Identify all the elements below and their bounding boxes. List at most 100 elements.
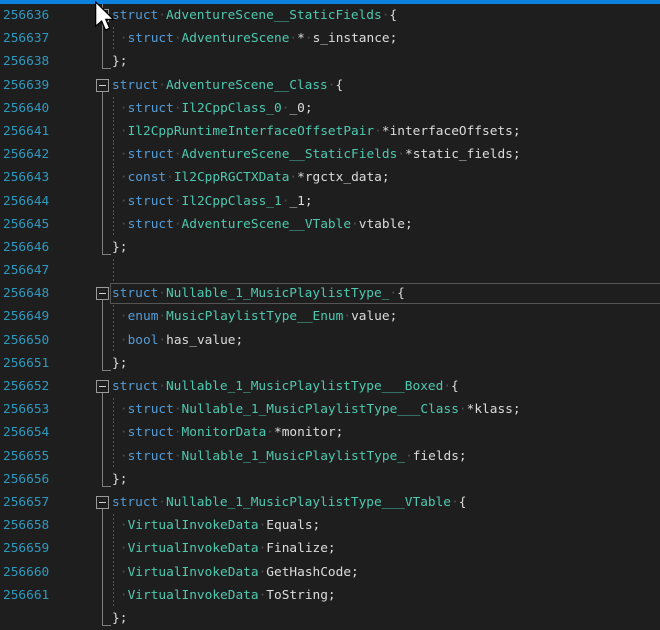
indent-whitespace-dot: · <box>112 445 128 468</box>
whitespace-dot: · <box>174 194 182 209</box>
folding-margin <box>94 352 111 375</box>
fold-minus-icon[interactable] <box>96 380 109 393</box>
code-line-content[interactable]: struct·Nullable_1_MusicPlaylistType___Bo… <box>112 375 660 398</box>
line-number[interactable]: 256647 <box>0 259 94 282</box>
outline-line <box>102 537 103 560</box>
code-line-content[interactable]: struct·AdventureScene__Class·{ <box>112 74 660 97</box>
code-line-content[interactable]: ·struct·AdventureScene__VTable·vtable; <box>112 213 660 236</box>
indent-guide <box>113 445 114 468</box>
code-line-content[interactable]: ·struct·AdventureScene·*·s_instance; <box>112 27 660 50</box>
code-line-content[interactable]: struct·AdventureScene__StaticFields·{ <box>112 4 660 27</box>
line-number[interactable]: 256645 <box>0 213 94 236</box>
token-plain: { <box>451 379 459 394</box>
line-number[interactable]: 256659 <box>0 537 94 560</box>
code-line: 256640 ·struct·Il2CppClass_0·_0; <box>0 97 660 120</box>
code-line-content[interactable]: struct·Nullable_1_MusicPlaylistType___VT… <box>112 491 660 514</box>
token-keyword: struct <box>128 217 174 232</box>
token-type: VirtualInvokeData <box>128 565 259 580</box>
whitespace-dot: · <box>158 78 166 93</box>
line-number[interactable]: 256660 <box>0 561 94 584</box>
line-number[interactable]: 256654 <box>0 421 94 444</box>
token-plain: }; <box>112 356 127 371</box>
fold-minus-icon[interactable] <box>96 287 109 300</box>
folding-margin <box>94 491 111 514</box>
code-line-content[interactable]: }; <box>112 607 660 630</box>
code-line-content[interactable]: ·VirtualInvokeData·GetHashCode; <box>112 561 660 584</box>
line-number[interactable]: 256637 <box>0 27 94 50</box>
token-keyword: struct <box>112 379 158 394</box>
code-line-content[interactable] <box>112 259 660 282</box>
code-line: 256656}; <box>0 468 660 491</box>
code-line: 256651}; <box>0 352 660 375</box>
code-line-content[interactable]: ·struct·Nullable_1_MusicPlaylistType___C… <box>112 398 660 421</box>
fold-minus-icon[interactable] <box>96 79 109 92</box>
token-plain: }; <box>112 54 127 69</box>
line-number[interactable]: 256652 <box>0 375 94 398</box>
code-line-content[interactable]: ·VirtualInvokeData·ToString; <box>112 584 660 607</box>
line-number[interactable]: 256661 <box>0 584 94 607</box>
outline-line <box>102 27 103 50</box>
line-number[interactable]: 256655 <box>0 445 94 468</box>
line-number[interactable]: 256642 <box>0 143 94 166</box>
code-line-content[interactable]: ·struct·AdventureScene__StaticFields·*st… <box>112 143 660 166</box>
code-line-content[interactable]: ·struct·MonitorData·*monitor; <box>112 421 660 444</box>
code-line-content[interactable]: }; <box>112 468 660 491</box>
outline-line <box>102 213 103 236</box>
code-line-content[interactable]: ·bool·has_value; <box>112 329 660 352</box>
line-number[interactable]: 256648 <box>0 282 94 305</box>
line-number[interactable]: 256649 <box>0 305 94 328</box>
line-number[interactable]: 256641 <box>0 120 94 143</box>
token-type: AdventureScene__Class <box>166 78 328 93</box>
code-line-content[interactable]: }; <box>112 50 660 73</box>
line-number[interactable]: 256650 <box>0 329 94 352</box>
code-line-content[interactable]: }; <box>112 236 660 259</box>
code-line-content[interactable]: ·struct·Nullable_1_MusicPlaylistType_·fi… <box>112 445 660 468</box>
line-number[interactable]: 256658 <box>0 514 94 537</box>
code-line-content[interactable]: ·VirtualInvokeData·Finalize; <box>112 537 660 560</box>
code-line-content[interactable]: ·Il2CppRuntimeInterfaceOffsetPair·*inter… <box>112 120 660 143</box>
line-number[interactable]: 256639 <box>0 74 94 97</box>
outline-line <box>102 561 103 584</box>
code-line-content[interactable]: ·struct·Il2CppClass_0·_0; <box>112 97 660 120</box>
token-keyword: struct <box>112 286 158 301</box>
code-line: 256661 ·VirtualInvokeData·ToString; <box>0 584 660 607</box>
code-line-content[interactable]: ·enum·MusicPlaylistType__Enum·value; <box>112 305 660 328</box>
token-type: AdventureScene <box>182 31 290 46</box>
line-number[interactable]: 256636 <box>0 4 94 27</box>
token-plain: * <box>297 31 305 46</box>
code-line-content[interactable]: ·struct·Il2CppClass_1·_1; <box>112 190 660 213</box>
token-plain: }; <box>112 472 127 487</box>
indent-guide <box>113 190 114 213</box>
line-number[interactable]: 256644 <box>0 190 94 213</box>
line-number[interactable]: 256640 <box>0 97 94 120</box>
fold-minus-icon[interactable] <box>96 9 109 22</box>
line-number[interactable]: 256657 <box>0 491 94 514</box>
code-line: 256657 struct·Nullable_1_MusicPlaylistTyp… <box>0 491 660 514</box>
line-number[interactable]: 256646 <box>0 236 94 259</box>
code-line-content[interactable]: ·VirtualInvokeData·Equals; <box>112 514 660 537</box>
line-number[interactable]: 256651 <box>0 352 94 375</box>
token-type: Nullable_1_MusicPlaylistType_ <box>182 449 405 464</box>
line-number[interactable]: 256653 <box>0 398 94 421</box>
token-plain: *static_fields; <box>405 147 521 162</box>
line-number[interactable]: 256656 <box>0 468 94 491</box>
line-number[interactable] <box>0 607 94 630</box>
folding-margin <box>94 561 111 584</box>
code-line-content[interactable]: ·const·Il2CppRGCTXData·*rgctx_data; <box>112 166 660 189</box>
code-line-content[interactable]: struct·Nullable_1_MusicPlaylistType_·{ <box>112 282 660 305</box>
indent-whitespace-dot: · <box>112 398 128 421</box>
folding-margin <box>94 143 111 166</box>
fold-minus-icon[interactable] <box>96 496 109 509</box>
token-type: Il2CppRuntimeInterfaceOffsetPair <box>128 124 375 139</box>
line-number[interactable]: 256638 <box>0 50 94 73</box>
token-type: Il2CppClass_1 <box>182 194 282 209</box>
line-number[interactable]: 256643 <box>0 166 94 189</box>
whitespace-dot: · <box>174 147 182 162</box>
outline-line <box>102 143 103 166</box>
code-line: 256643 ·const·Il2CppRGCTXData·*rgctx_data… <box>0 166 660 189</box>
outline-end-hook <box>102 235 111 255</box>
code-line-content[interactable]: }; <box>112 352 660 375</box>
folding-margin <box>94 190 111 213</box>
folding-margin <box>94 166 111 189</box>
code-line: 256639 struct·AdventureScene__Class·{ <box>0 74 660 97</box>
